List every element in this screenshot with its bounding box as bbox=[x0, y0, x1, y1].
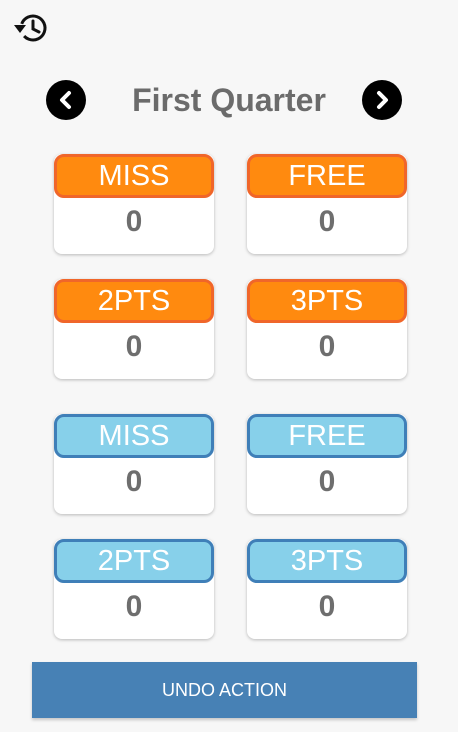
home-3pts-card: 3PTS 0 bbox=[247, 279, 407, 379]
history-button[interactable] bbox=[10, 10, 52, 46]
next-quarter-button[interactable] bbox=[362, 80, 402, 120]
home-2pts-button[interactable]: 2PTS bbox=[54, 279, 214, 323]
home-free-count: 0 bbox=[318, 205, 336, 238]
undo-action-button[interactable]: UNDO ACTION bbox=[32, 662, 417, 718]
away-free-count: 0 bbox=[318, 465, 336, 498]
home-free-button[interactable]: FREE bbox=[247, 154, 407, 198]
away-miss-button[interactable]: MISS bbox=[54, 414, 214, 458]
away-3pts-count: 0 bbox=[318, 590, 336, 623]
away-3pts-card: 3PTS 0 bbox=[247, 539, 407, 639]
home-miss-count: 0 bbox=[125, 205, 143, 238]
away-free-button[interactable]: FREE bbox=[247, 414, 407, 458]
home-3pts-count: 0 bbox=[318, 330, 336, 363]
home-free-card: FREE 0 bbox=[247, 154, 407, 254]
away-2pts-button[interactable]: 2PTS bbox=[54, 539, 214, 583]
chevron-right-icon bbox=[377, 91, 388, 109]
history-icon bbox=[14, 14, 47, 42]
home-2pts-count: 0 bbox=[125, 330, 143, 363]
home-3pts-button[interactable]: 3PTS bbox=[247, 279, 407, 323]
away-free-card: FREE 0 bbox=[247, 414, 407, 514]
away-2pts-card: 2PTS 0 bbox=[54, 539, 214, 639]
home-miss-card: MISS 0 bbox=[54, 154, 214, 254]
away-2pts-count: 0 bbox=[125, 590, 143, 623]
quarter-selector: First Quarter bbox=[0, 74, 458, 126]
away-miss-count: 0 bbox=[125, 465, 143, 498]
home-2pts-card: 2PTS 0 bbox=[54, 279, 214, 379]
home-miss-button[interactable]: MISS bbox=[54, 154, 214, 198]
away-3pts-button[interactable]: 3PTS bbox=[247, 539, 407, 583]
away-miss-card: MISS 0 bbox=[54, 414, 214, 514]
